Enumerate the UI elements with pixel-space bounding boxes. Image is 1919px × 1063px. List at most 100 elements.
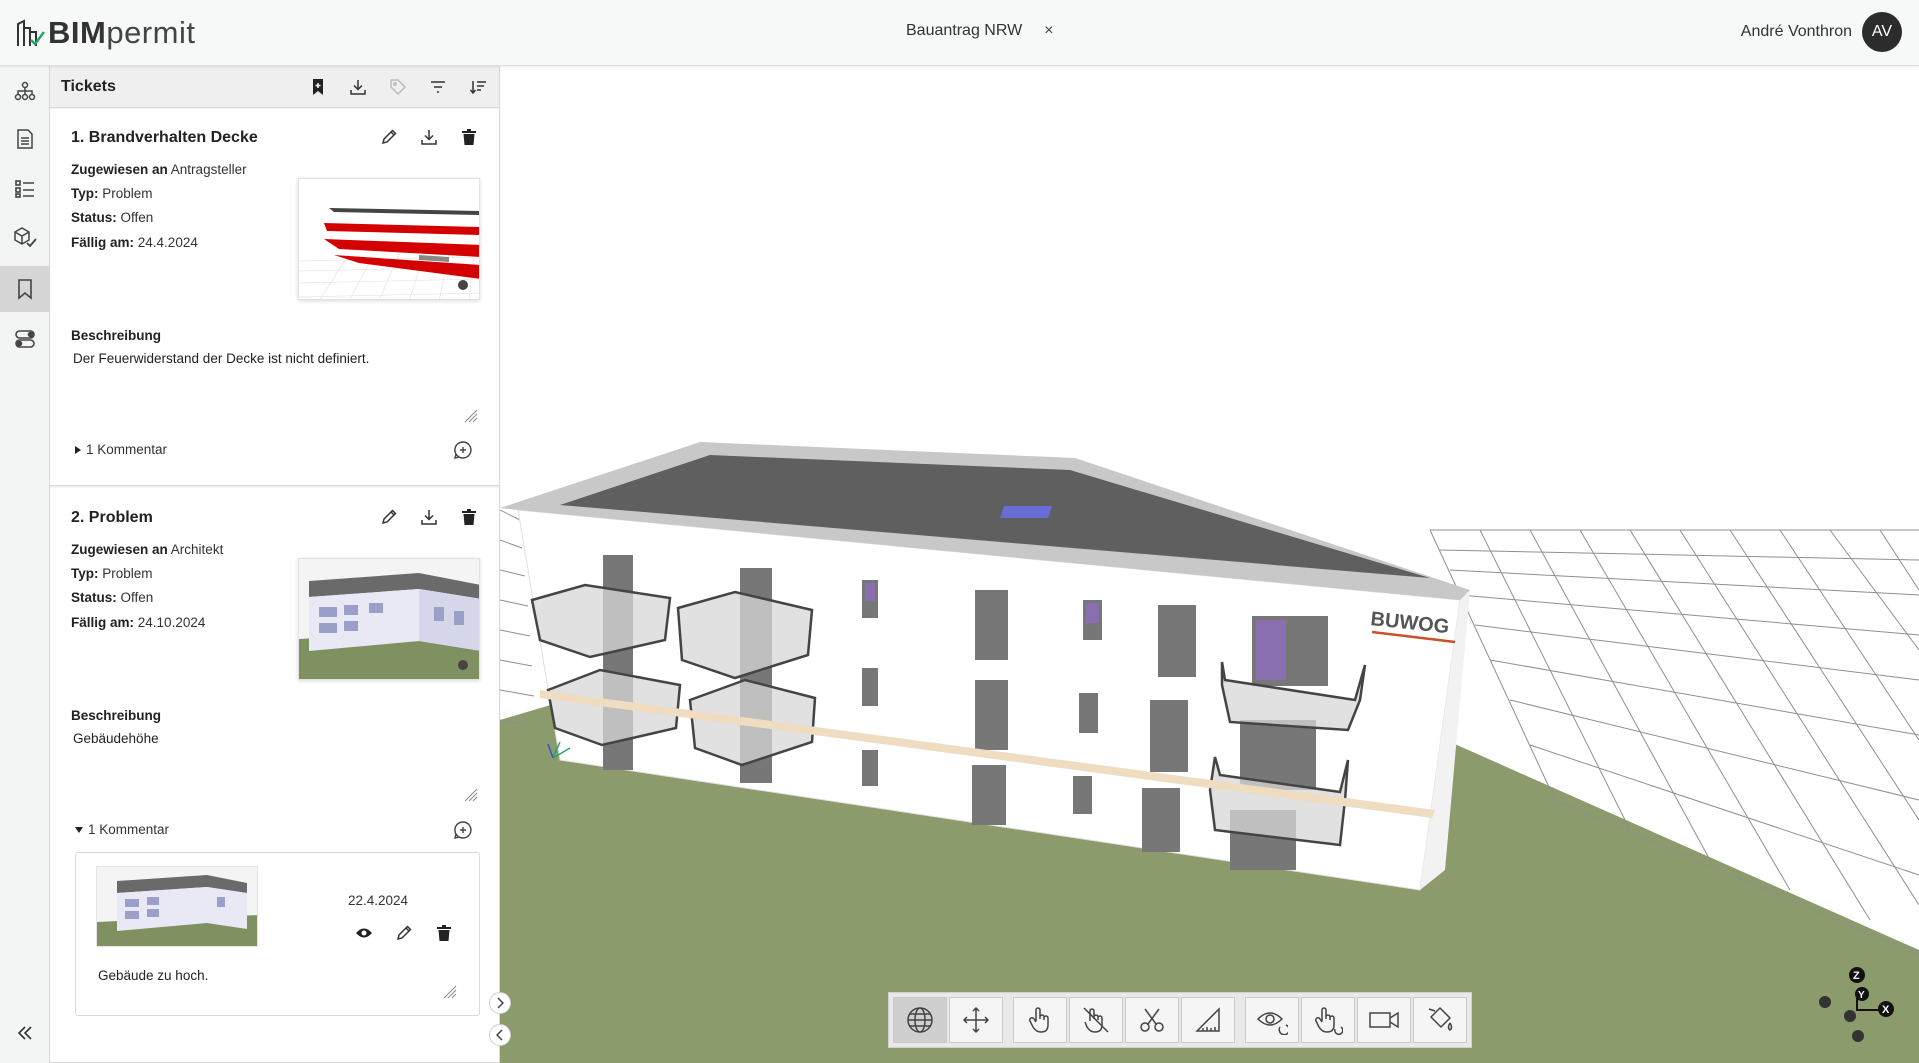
viewer-toolbar: [888, 992, 1472, 1048]
view-comment-button[interactable]: [351, 920, 377, 946]
description-text[interactable]: Gebäudehöhe: [73, 731, 159, 746]
due-label: Fällig am:: [71, 615, 135, 630]
expand-panel-button[interactable]: [489, 992, 511, 1014]
sort-icon: [469, 81, 486, 95]
sort-button[interactable]: [465, 74, 491, 100]
comment-date: 22.4.2024: [348, 893, 409, 908]
double-chevron-left-icon: [17, 1026, 32, 1040]
delete-ticket-button[interactable]: [456, 504, 482, 530]
edit-ticket-button[interactable]: [376, 124, 402, 150]
assigned-label: Zugewiesen an: [71, 162, 168, 177]
due-line: Fällig am: 24.4.2024: [71, 235, 198, 250]
hand-select-icon: [1029, 1007, 1049, 1033]
bookmark-icon: [313, 79, 323, 95]
collapse-sidebar-button[interactable]: [0, 1013, 50, 1053]
model-viewer[interactable]: BUWOG Z Y X: [500, 66, 1919, 1063]
logo-text: BIM permit: [48, 15, 195, 51]
panel-title: Tickets: [61, 77, 116, 95]
new-bookmark-button[interactable]: [305, 74, 331, 100]
download-tickets-button[interactable]: [345, 74, 371, 100]
bimpermit-logo[interactable]: BIM permit: [16, 14, 195, 52]
ticket-snapshot[interactable]: [298, 178, 480, 300]
axis-y-label: Y: [1858, 990, 1865, 1001]
caret-down-icon: [75, 826, 83, 833]
rail-item-checklist[interactable]: [0, 166, 50, 212]
logo-bold: BIM: [48, 15, 107, 50]
resize-handle-icon[interactable]: [443, 985, 457, 999]
close-tab-button[interactable]: ×: [1044, 22, 1053, 40]
document-tab[interactable]: Bauantrag NRW ×: [906, 22, 1054, 40]
rail-item-settings[interactable]: [0, 316, 50, 362]
edit-comment-button[interactable]: [391, 920, 417, 946]
comment-actions: [351, 920, 457, 946]
panel-tools: [305, 74, 491, 100]
chevron-left-icon: [496, 1029, 503, 1041]
camera-button[interactable]: [1357, 997, 1411, 1043]
status-line: Status: Offen: [71, 590, 153, 605]
camera-icon: [1369, 1011, 1399, 1029]
slab-snapshot-image: [299, 179, 479, 299]
download-ticket-button[interactable]: [416, 124, 442, 150]
ticket-snapshot[interactable]: [298, 558, 480, 680]
paint-button[interactable]: [1413, 997, 1467, 1043]
download-ticket-button[interactable]: [416, 504, 442, 530]
delete-comment-button[interactable]: [431, 920, 457, 946]
building-check-icon: [17, 19, 45, 46]
tag-button[interactable]: [385, 74, 411, 100]
nav-rail: [0, 66, 50, 1063]
bookmark-icon: [18, 279, 32, 300]
add-comment-icon[interactable]: [452, 819, 474, 841]
app-header: BIM permit Bauantrag NRW × André Vonthron…: [0, 0, 1919, 66]
comment-toggle[interactable]: 1 Kommentar: [74, 822, 169, 837]
comment-toggle-label: 1 Kommentar: [88, 822, 170, 837]
resize-handle-icon[interactable]: [464, 409, 478, 423]
edit-ticket-button[interactable]: [376, 504, 402, 530]
rail-item-tickets[interactable]: [0, 266, 50, 312]
building-3d-model[interactable]: BUWOG Z Y X: [500, 66, 1919, 1063]
comment-snapshot[interactable]: [96, 866, 258, 947]
comment-text[interactable]: Gebäude zu hoch.: [98, 968, 208, 983]
comment-toggle[interactable]: 1 Kommentar: [74, 442, 167, 457]
assigned-value: Architekt: [170, 542, 224, 557]
user-name: André Vonthron: [1740, 23, 1852, 40]
pencil-icon: [381, 509, 397, 525]
section-button[interactable]: [1125, 997, 1179, 1043]
pan-button[interactable]: [949, 997, 1003, 1043]
comment-toggle-label: 1 Kommentar: [86, 442, 168, 457]
delete-ticket-button[interactable]: [456, 124, 482, 150]
filter-button[interactable]: [425, 74, 451, 100]
orbit-button[interactable]: [893, 997, 947, 1043]
filter-icon: [431, 81, 445, 93]
tag-icon: [390, 79, 407, 96]
section-cut-icon: [1140, 1008, 1164, 1032]
visibility-button[interactable]: [1245, 997, 1299, 1043]
hide-button[interactable]: [1069, 997, 1123, 1043]
collapse-panel-button[interactable]: [489, 1024, 511, 1046]
walk-button[interactable]: [1301, 997, 1355, 1043]
status-value: Offen: [120, 210, 154, 225]
measure-button[interactable]: [1181, 997, 1235, 1043]
logo-light: permit: [106, 15, 196, 50]
resize-handle-icon[interactable]: [464, 788, 478, 802]
type-value: Problem: [102, 186, 153, 201]
ticket-card[interactable]: 2. Problem Zugewiesen an Architekt Typ: …: [50, 488, 499, 1063]
rail-item-model-check[interactable]: [0, 214, 50, 260]
due-line: Fällig am: 24.10.2024: [71, 615, 205, 630]
axis-z-label: Z: [1853, 970, 1860, 982]
trash-icon: [437, 925, 451, 941]
rail-item-model-tree[interactable]: [0, 68, 50, 114]
axis-x-label: X: [1882, 1004, 1890, 1016]
move-icon: [962, 1006, 990, 1034]
pencil-icon: [381, 129, 397, 145]
user-menu[interactable]: André Vonthron AV: [1741, 12, 1902, 52]
description-text[interactable]: Der Feuerwiderstand der Decke ist nicht …: [73, 351, 369, 366]
add-comment-icon[interactable]: [452, 439, 474, 461]
type-label: Typ:: [71, 186, 99, 201]
rail-item-documents[interactable]: [0, 116, 50, 162]
select-button[interactable]: [1013, 997, 1067, 1043]
assigned-value: Antragsteller: [170, 162, 247, 177]
paint-icon: [1428, 1006, 1453, 1031]
ticket-card[interactable]: 1. Brandverhalten Decke Zugewiesen an An…: [50, 109, 499, 486]
type-line: Typ: Problem: [71, 566, 153, 581]
avatar[interactable]: AV: [1862, 12, 1902, 52]
